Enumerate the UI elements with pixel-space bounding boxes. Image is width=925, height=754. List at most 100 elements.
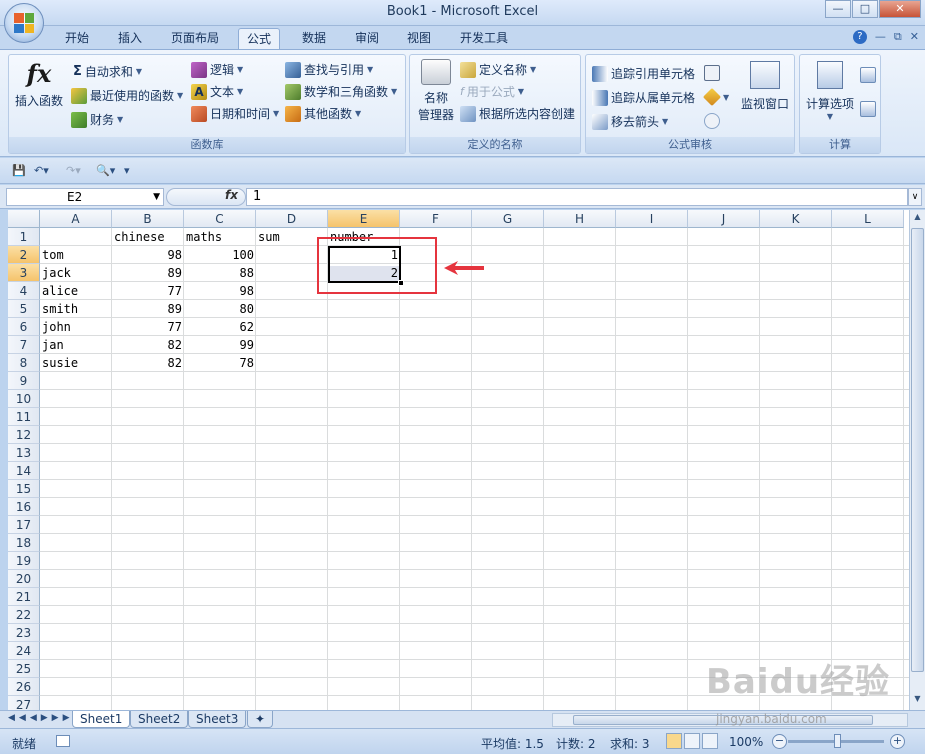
- sheet-tab-sheet1[interactable]: Sheet1: [72, 711, 131, 728]
- more-functions-button[interactable]: 其他函数 ▼: [285, 105, 361, 122]
- column-header-c[interactable]: C: [184, 210, 256, 228]
- cell-chinese[interactable]: 77: [112, 318, 184, 336]
- row-header-5[interactable]: 5: [8, 300, 40, 318]
- calculate-now-button[interactable]: [860, 67, 876, 83]
- scroll-up-icon[interactable]: ▲: [912, 212, 923, 226]
- autosum-button[interactable]: Σ 自动求和 ▼: [73, 63, 142, 80]
- column-header-e[interactable]: E: [328, 210, 400, 228]
- column-header-l[interactable]: L: [832, 210, 904, 228]
- row-header-27[interactable]: 27: [8, 696, 40, 710]
- cell-chinese[interactable]: 77: [112, 282, 184, 300]
- trace-precedents-button[interactable]: 追踪引用单元格: [592, 65, 695, 82]
- expand-formula-bar-icon[interactable]: ∨: [908, 188, 922, 206]
- cell-maths[interactable]: 78: [184, 354, 256, 372]
- watch-window-button[interactable]: 监视窗口: [736, 61, 794, 112]
- cell-chinese[interactable]: 98: [112, 246, 184, 264]
- row-header-12[interactable]: 12: [8, 426, 40, 444]
- insert-sheet-icon[interactable]: ✦: [247, 711, 274, 728]
- insert-function-button[interactable]: fx 插入函数: [13, 59, 65, 109]
- row-header-21[interactable]: 21: [8, 588, 40, 606]
- cell-maths[interactable]: 80: [184, 300, 256, 318]
- page-break-view-icon[interactable]: [702, 733, 718, 749]
- ribbon-close-icon[interactable]: ✕: [910, 30, 919, 44]
- sheet-tab-sheet3[interactable]: Sheet3: [188, 711, 247, 728]
- cell-name[interactable]: smith: [40, 300, 112, 318]
- name-box[interactable]: E2 ▼: [6, 188, 164, 206]
- row-header-2[interactable]: 2: [8, 246, 40, 264]
- select-all-corner[interactable]: [8, 210, 40, 228]
- undo-icon[interactable]: ↶▾: [34, 164, 49, 177]
- calculation-options-button[interactable]: 计算选项 ▼: [802, 61, 858, 121]
- cell-maths[interactable]: 100: [184, 246, 256, 264]
- sheet-navigation-icons[interactable]: ◀◀◀▶▶▶: [8, 713, 74, 723]
- row-header-26[interactable]: 26: [8, 678, 40, 696]
- tab-insert[interactable]: 插入: [110, 28, 150, 50]
- zoom-in-icon[interactable]: +: [890, 734, 905, 749]
- tab-review[interactable]: 审阅: [347, 28, 387, 50]
- datetime-button[interactable]: 日期和时间 ▼: [191, 105, 279, 122]
- maximize-button[interactable]: □: [852, 0, 878, 18]
- zoom-slider-knob[interactable]: [834, 734, 841, 748]
- recent-functions-button[interactable]: 最近使用的函数 ▼: [71, 87, 183, 104]
- remove-arrows-button[interactable]: 移去箭头 ▼: [592, 113, 668, 130]
- row-header-23[interactable]: 23: [8, 624, 40, 642]
- row-header-6[interactable]: 6: [8, 318, 40, 336]
- column-header-d[interactable]: D: [256, 210, 328, 228]
- row-header-1[interactable]: 1: [8, 228, 40, 246]
- define-name-button[interactable]: 定义名称 ▼: [460, 61, 536, 78]
- use-in-formula-button[interactable]: f 用于公式 ▼: [460, 83, 524, 100]
- cell-chinese[interactable]: 89: [112, 264, 184, 282]
- cell-header-chinese[interactable]: chinese: [112, 228, 184, 246]
- column-header-b[interactable]: B: [112, 210, 184, 228]
- tab-developer[interactable]: 开发工具: [452, 28, 516, 50]
- cell-chinese[interactable]: 89: [112, 300, 184, 318]
- cell-name[interactable]: susie: [40, 354, 112, 372]
- trace-dependents-button[interactable]: 追踪从属单元格: [592, 89, 695, 106]
- row-header-19[interactable]: 19: [8, 552, 40, 570]
- tab-home[interactable]: 开始: [57, 28, 97, 50]
- tab-page-layout[interactable]: 页面布局: [163, 28, 227, 50]
- worksheet-grid[interactable]: ABCDEFGHIJKL 1 2 3 4 5 6 7 8 9 10 11 12 13 14 15 16 17 18…: [8, 210, 909, 710]
- error-checking-button[interactable]: ▼: [702, 87, 729, 107]
- print-preview-icon[interactable]: 🔍▾: [96, 164, 115, 177]
- column-header-k[interactable]: K: [760, 210, 832, 228]
- row-header-24[interactable]: 24: [8, 642, 40, 660]
- name-box-dropdown-icon[interactable]: ▼: [153, 189, 160, 205]
- vertical-scroll-thumb[interactable]: [911, 228, 924, 672]
- tab-formulas[interactable]: 公式: [238, 28, 281, 50]
- create-from-selection-button[interactable]: 根据所选内容创建: [460, 105, 575, 122]
- macro-record-icon[interactable]: [56, 735, 70, 747]
- help-icon[interactable]: ?: [852, 30, 867, 44]
- cell-name[interactable]: jan: [40, 336, 112, 354]
- lookup-button[interactable]: 查找与引用 ▼: [285, 61, 373, 78]
- calculate-sheet-button[interactable]: [860, 101, 876, 117]
- cell-chinese[interactable]: 82: [112, 354, 184, 372]
- ribbon-restore-icon[interactable]: ⧉: [894, 30, 902, 44]
- ribbon-minimize-icon[interactable]: —: [875, 30, 886, 44]
- customize-qat-icon[interactable]: ▾: [124, 164, 130, 177]
- row-header-22[interactable]: 22: [8, 606, 40, 624]
- cell-header-maths[interactable]: maths: [184, 228, 256, 246]
- row-header-15[interactable]: 15: [8, 480, 40, 498]
- row-header-10[interactable]: 10: [8, 390, 40, 408]
- vertical-scrollbar[interactable]: ▲ ▼: [909, 210, 925, 710]
- text-button[interactable]: A 文本 ▼: [191, 83, 243, 100]
- formula-input[interactable]: 1: [246, 188, 908, 206]
- row-header-11[interactable]: 11: [8, 408, 40, 426]
- cell-maths[interactable]: 99: [184, 336, 256, 354]
- insert-function-fx-icon[interactable]: fx: [225, 188, 238, 202]
- row-header-18[interactable]: 18: [8, 534, 40, 552]
- name-manager-button[interactable]: 名称 管理器: [414, 59, 458, 123]
- cell-name[interactable]: john: [40, 318, 112, 336]
- evaluate-formula-button[interactable]: [704, 113, 720, 129]
- close-button[interactable]: ✕: [879, 0, 921, 18]
- row-header-14[interactable]: 14: [8, 462, 40, 480]
- normal-view-icon[interactable]: [666, 733, 682, 749]
- office-button[interactable]: [4, 3, 44, 43]
- sheet-tab-sheet2[interactable]: Sheet2: [130, 711, 189, 728]
- tab-data[interactable]: 数据: [294, 28, 334, 50]
- cell-chinese[interactable]: 82: [112, 336, 184, 354]
- cell-name[interactable]: alice: [40, 282, 112, 300]
- tab-view[interactable]: 视图: [399, 28, 439, 50]
- cell-name[interactable]: tom: [40, 246, 112, 264]
